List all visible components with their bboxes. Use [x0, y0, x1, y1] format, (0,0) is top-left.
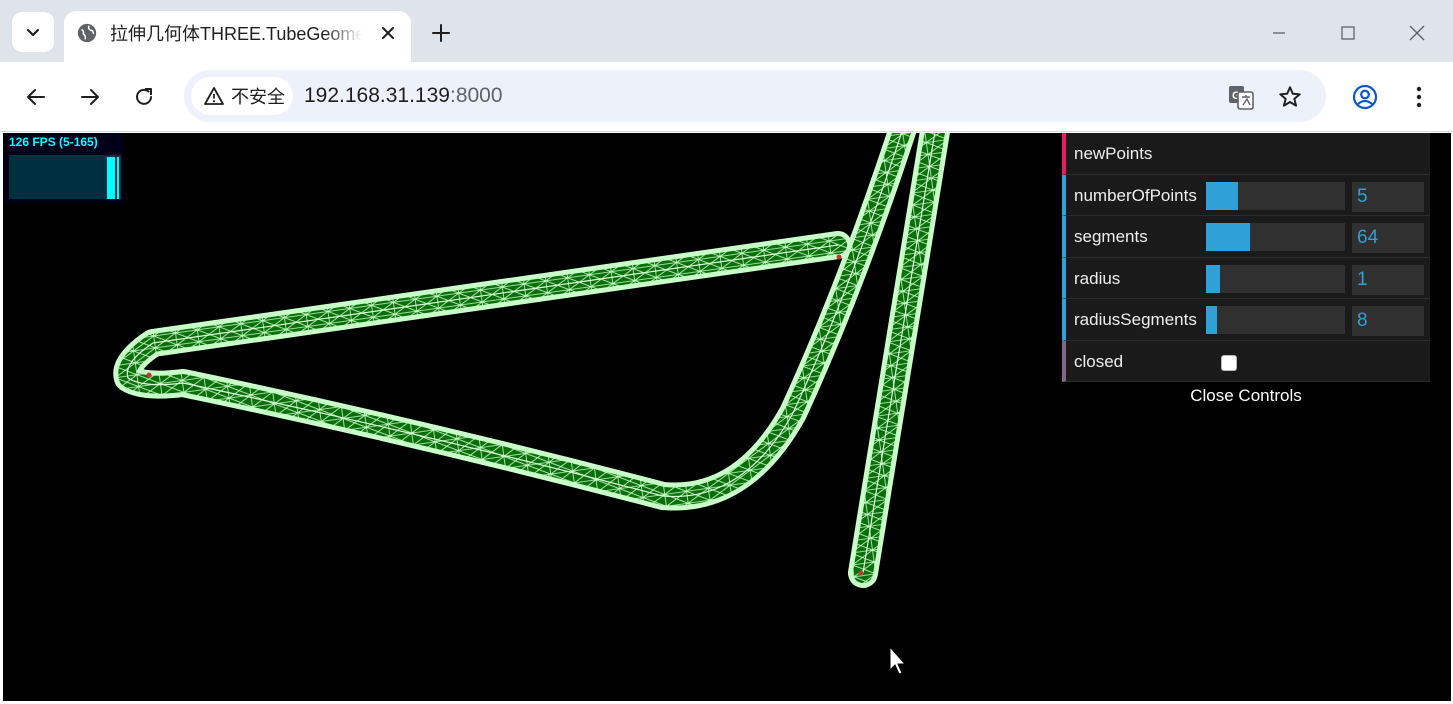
- window-close-button[interactable]: [1402, 18, 1432, 48]
- tab-search-icon: [26, 28, 40, 37]
- plus-icon[interactable]: [428, 20, 454, 46]
- star-icon: [1279, 86, 1301, 107]
- back-button[interactable]: [21, 82, 51, 112]
- minimize-button[interactable]: [1264, 18, 1294, 48]
- active-tab[interactable]: 拉伸几何体THREE.TubeGeometry: [64, 11, 411, 62]
- mouse-cursor-icon: [889, 645, 907, 675]
- radiussegments-slider[interactable]: [1206, 306, 1345, 334]
- browser-toolbar: 不安全 192.168.31.139:8000 G: [0, 62, 1453, 132]
- control-label: numberOfPoints: [1074, 185, 1197, 205]
- segments-input[interactable]: 64: [1352, 223, 1424, 253]
- forward-button[interactable]: [75, 82, 105, 112]
- back-arrow-icon: [27, 89, 45, 105]
- numberofpoints-slider[interactable]: [1206, 181, 1345, 210]
- profile-button[interactable]: [1350, 82, 1380, 112]
- tab-search-button[interactable]: [12, 12, 54, 52]
- control-segments: segments 64: [1062, 216, 1430, 258]
- url-host: 192.168.31.139: [304, 84, 450, 107]
- window-close-icon: [1409, 25, 1425, 41]
- slider-fill: [1206, 223, 1251, 251]
- security-label: 不安全: [231, 87, 285, 107]
- tab-strip: 拉伸几何体THREE.TubeGeometry: [0, 0, 1453, 62]
- menu-button[interactable]: [1404, 82, 1434, 112]
- radius-slider[interactable]: [1206, 264, 1345, 293]
- control-label: radius: [1074, 268, 1121, 288]
- maximize-button[interactable]: [1333, 18, 1363, 48]
- control-label: newPoints: [1074, 144, 1153, 163]
- url-port: :8000: [449, 84, 503, 107]
- forward-arrow-icon: [81, 89, 99, 105]
- controls-panel: newPoints numberOfPoints 5 segments 64 r…: [1062, 133, 1430, 412]
- control-radius: radius 1: [1062, 257, 1430, 299]
- maximize-icon: [1341, 26, 1355, 40]
- radiussegments-input[interactable]: 8: [1352, 306, 1424, 336]
- numberofpoints-input[interactable]: 5: [1352, 181, 1424, 212]
- url-text[interactable]: 192.168.31.139:8000: [304, 83, 503, 109]
- security-chip[interactable]: 不安全: [191, 77, 293, 115]
- fps-bar: [107, 157, 115, 199]
- radius-input[interactable]: 1: [1352, 264, 1424, 295]
- kebab-menu-icon: [1416, 86, 1422, 108]
- warning-icon: [204, 87, 224, 105]
- address-bar[interactable]: 不安全 192.168.31.139:8000 G: [184, 70, 1326, 122]
- control-radiussegments: radiusSegments 8: [1062, 299, 1430, 341]
- close-controls-button[interactable]: Close Controls: [1062, 382, 1430, 412]
- slider-fill: [1206, 181, 1238, 210]
- slider-fill: [1206, 264, 1220, 293]
- minimize-icon: [1273, 32, 1285, 34]
- reload-icon: [136, 88, 152, 105]
- fps-stats-panel[interactable]: 126 FPS (5-165): [5, 133, 123, 203]
- control-label: radiusSegments: [1074, 310, 1197, 329]
- tab-title: 拉伸几何体THREE.TubeGeometry: [110, 24, 362, 44]
- translate-button[interactable]: G: [1226, 82, 1256, 112]
- bookmark-button[interactable]: [1275, 82, 1305, 112]
- fps-bar: [117, 157, 119, 199]
- profile-icon: [1352, 84, 1378, 110]
- slider-fill: [1206, 306, 1218, 334]
- segments-slider[interactable]: [1206, 223, 1345, 251]
- control-closed: closed: [1062, 340, 1430, 382]
- fps-text: 126 FPS (5-165): [9, 135, 98, 149]
- close-icon[interactable]: [377, 22, 399, 44]
- globe-icon: [77, 23, 97, 43]
- closed-checkbox[interactable]: [1221, 354, 1237, 371]
- control-label: closed: [1074, 351, 1124, 371]
- reload-button[interactable]: [129, 82, 159, 112]
- fps-graph: [9, 155, 121, 199]
- control-numberofpoints: numberOfPoints 5: [1062, 174, 1430, 216]
- control-newpoints[interactable]: newPoints: [1062, 133, 1430, 175]
- translate-icon: G: [1229, 86, 1254, 110]
- tube-mesh: [113, 133, 950, 588]
- control-label: segments: [1074, 227, 1148, 246]
